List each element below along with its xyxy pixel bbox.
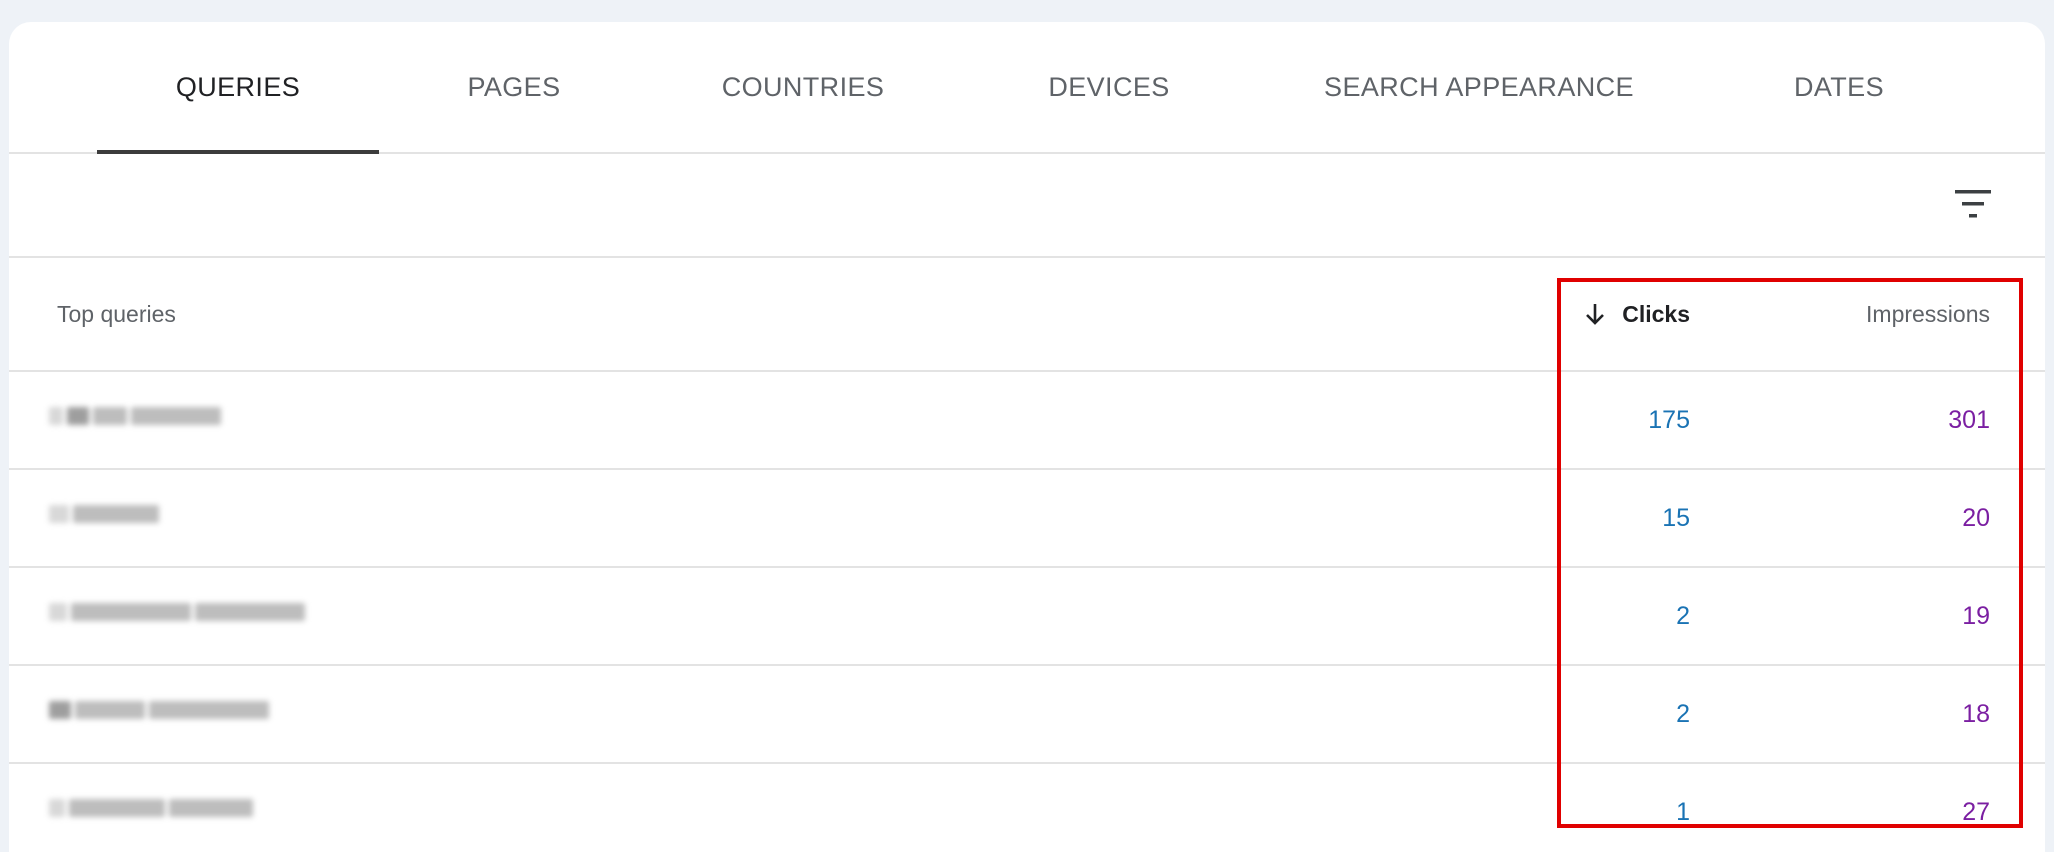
query-text-redacted: [49, 598, 305, 626]
table-row[interactable]: 15 20: [9, 470, 2045, 568]
tab-label: DATES: [1793, 71, 1884, 102]
filter-bar: [9, 154, 2045, 258]
clicks-value: 15: [1662, 503, 1690, 532]
table-body: 175 301 15 20 2 19 2 18 1 27: [9, 372, 2045, 852]
tab-search-appearance[interactable]: SEARCH APPEARANCE: [1289, 22, 1669, 152]
table-row[interactable]: 175 301: [9, 372, 2045, 470]
impressions-value: 27: [1962, 797, 1990, 826]
tab-label: PAGES: [467, 71, 561, 102]
tab-label: COUNTRIES: [721, 71, 885, 102]
impressions-value: 19: [1962, 601, 1990, 630]
header-clicks[interactable]: Clicks: [1582, 258, 1690, 370]
header-top-queries[interactable]: Top queries: [57, 258, 176, 370]
tab-dates[interactable]: DATES: [1729, 22, 1949, 152]
impressions-value: 301: [1948, 405, 1990, 434]
filter-icon[interactable]: [1953, 184, 1993, 224]
tab-pages[interactable]: PAGES: [409, 22, 619, 152]
query-text-redacted: [49, 696, 269, 724]
table-row[interactable]: 2 19: [9, 568, 2045, 666]
performance-card: QUERIES PAGES COUNTRIES DEVICES SEARCH A…: [9, 22, 2045, 852]
clicks-value: 2: [1676, 601, 1690, 630]
query-text-redacted: [49, 500, 159, 528]
query-text-redacted: [49, 794, 253, 822]
arrow-down-icon: [1586, 304, 1605, 325]
tab-countries[interactable]: COUNTRIES: [669, 22, 937, 152]
table-row[interactable]: 1 27: [9, 764, 2045, 852]
clicks-value: 1: [1676, 797, 1690, 826]
impressions-value: 18: [1962, 699, 1990, 728]
tab-bar: QUERIES PAGES COUNTRIES DEVICES SEARCH A…: [9, 22, 2045, 154]
tab-label: DEVICES: [1048, 71, 1170, 102]
header-impressions[interactable]: Impressions: [1866, 258, 1990, 370]
impressions-value: 20: [1962, 503, 1990, 532]
header-clicks-label: Clicks: [1622, 300, 1690, 327]
tab-queries[interactable]: QUERIES: [97, 22, 379, 154]
tab-label: SEARCH APPEARANCE: [1324, 71, 1634, 102]
tab-devices[interactable]: DEVICES: [989, 22, 1229, 152]
clicks-value: 175: [1648, 405, 1690, 434]
table-row[interactable]: 2 18: [9, 666, 2045, 764]
query-text-redacted: [49, 402, 221, 430]
tab-label: QUERIES: [175, 71, 301, 102]
table-header: Top queries Clicks Impressions: [9, 258, 2045, 372]
clicks-value: 2: [1676, 699, 1690, 728]
